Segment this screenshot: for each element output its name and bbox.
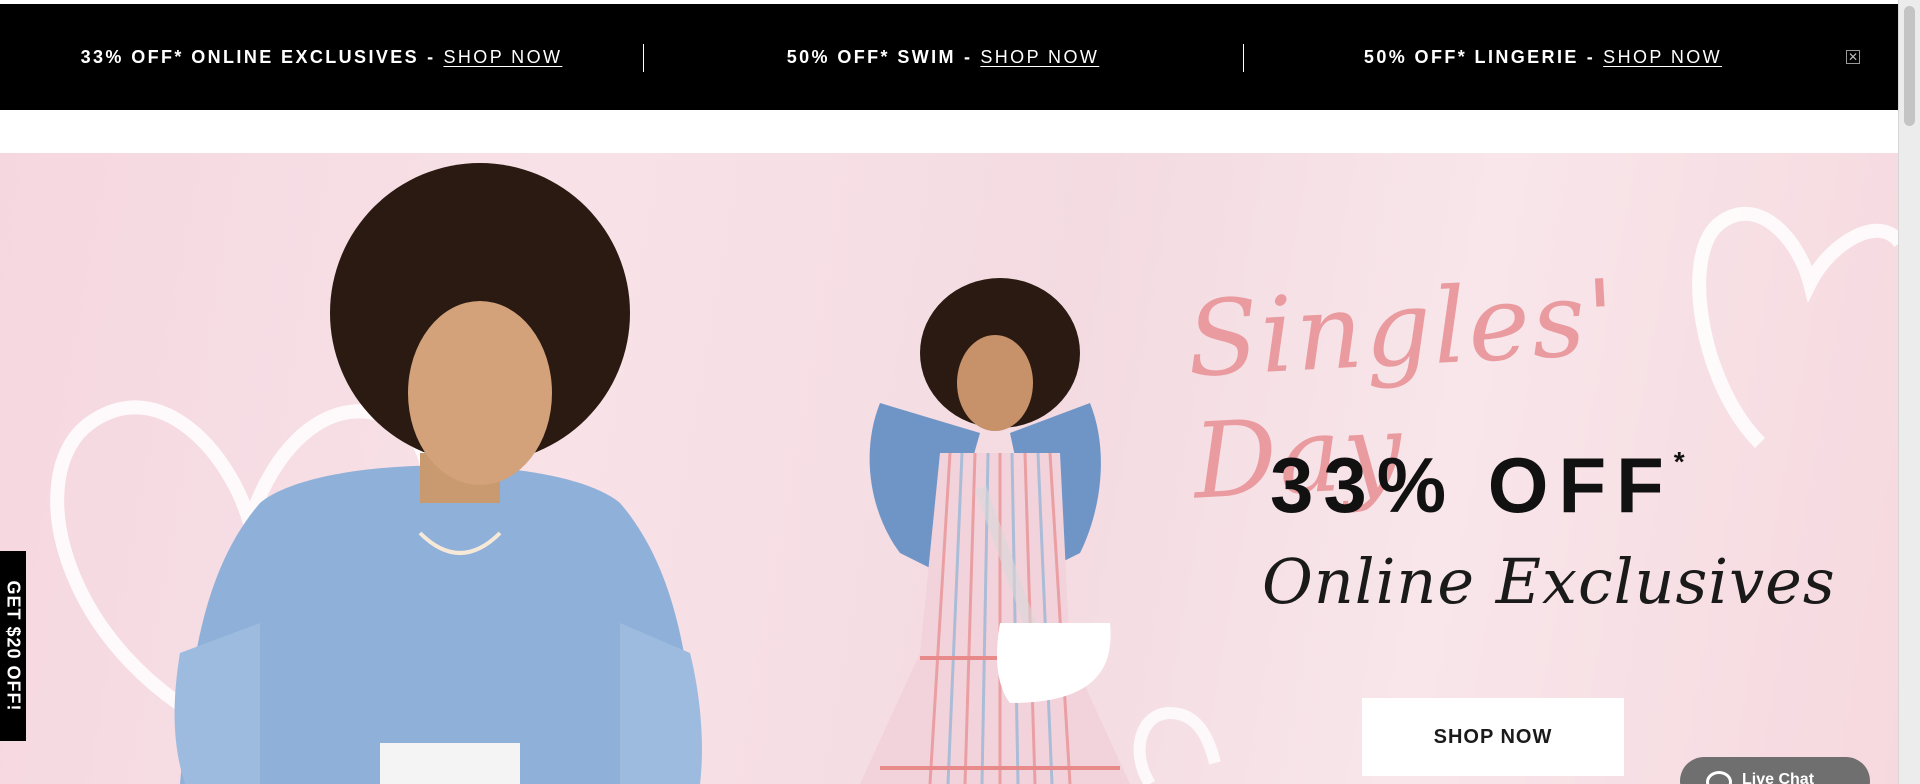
promo-text: 50% OFF* SWIM [786, 46, 956, 67]
shop-now-link[interactable]: SHOP NOW [443, 47, 562, 68]
promo-item-swim: 50% OFF* SWIM - SHOP NOW [643, 4, 1243, 110]
model-center [860, 278, 1130, 784]
promo-text: 33% OFF* ONLINE EXCLUSIVES [80, 46, 420, 67]
scrollbar-thumb[interactable] [1904, 6, 1915, 126]
promo-item-online-exclusives: 33% OFF* ONLINE EXCLUSIVES - SHOP NOW [0, 4, 643, 110]
live-chat-button[interactable]: Live Chat [1680, 757, 1870, 784]
hero-offer-text: 33% OFF [1270, 441, 1674, 529]
header-spacer [0, 110, 1898, 153]
shop-now-link[interactable]: SHOP NOW [980, 47, 1099, 68]
heart-outline-bottom [1133, 706, 1221, 784]
hero-shop-now-button[interactable]: SHOP NOW [1362, 698, 1624, 776]
shop-now-link[interactable]: SHOP NOW [1603, 47, 1722, 68]
get-20-off-tab[interactable]: GET $20 OFF! [0, 551, 26, 741]
promo-bar: 33% OFF* ONLINE EXCLUSIVES - SHOP NOW 50… [0, 4, 1898, 110]
scrollbar[interactable] [1898, 0, 1920, 784]
hero-banner[interactable]: Singles' Day 33% OFF* Online Exclusives … [0, 153, 1898, 784]
chat-label: Live Chat [1742, 771, 1815, 784]
side-tab-label: GET $20 OFF! [3, 580, 24, 712]
chat-bubble-icon [1706, 771, 1732, 784]
promo-separator: - [963, 46, 973, 67]
promo-text: 50% OFF* LINGERIE [1363, 46, 1579, 67]
close-icon[interactable]: ✕ [1846, 50, 1860, 64]
promo-separator: - [427, 46, 436, 67]
promo-separator: - [1586, 46, 1596, 67]
hero-offer: 33% OFF* [1270, 440, 1685, 531]
hero-subtitle: Online Exclusives [1262, 545, 1836, 618]
model-left [174, 163, 702, 784]
page: 33% OFF* ONLINE EXCLUSIVES - SHOP NOW 50… [0, 0, 1898, 784]
hero-offer-asterisk: * [1673, 446, 1685, 477]
promo-item-lingerie: 50% OFF* LINGERIE - SHOP NOW [1243, 4, 1843, 110]
